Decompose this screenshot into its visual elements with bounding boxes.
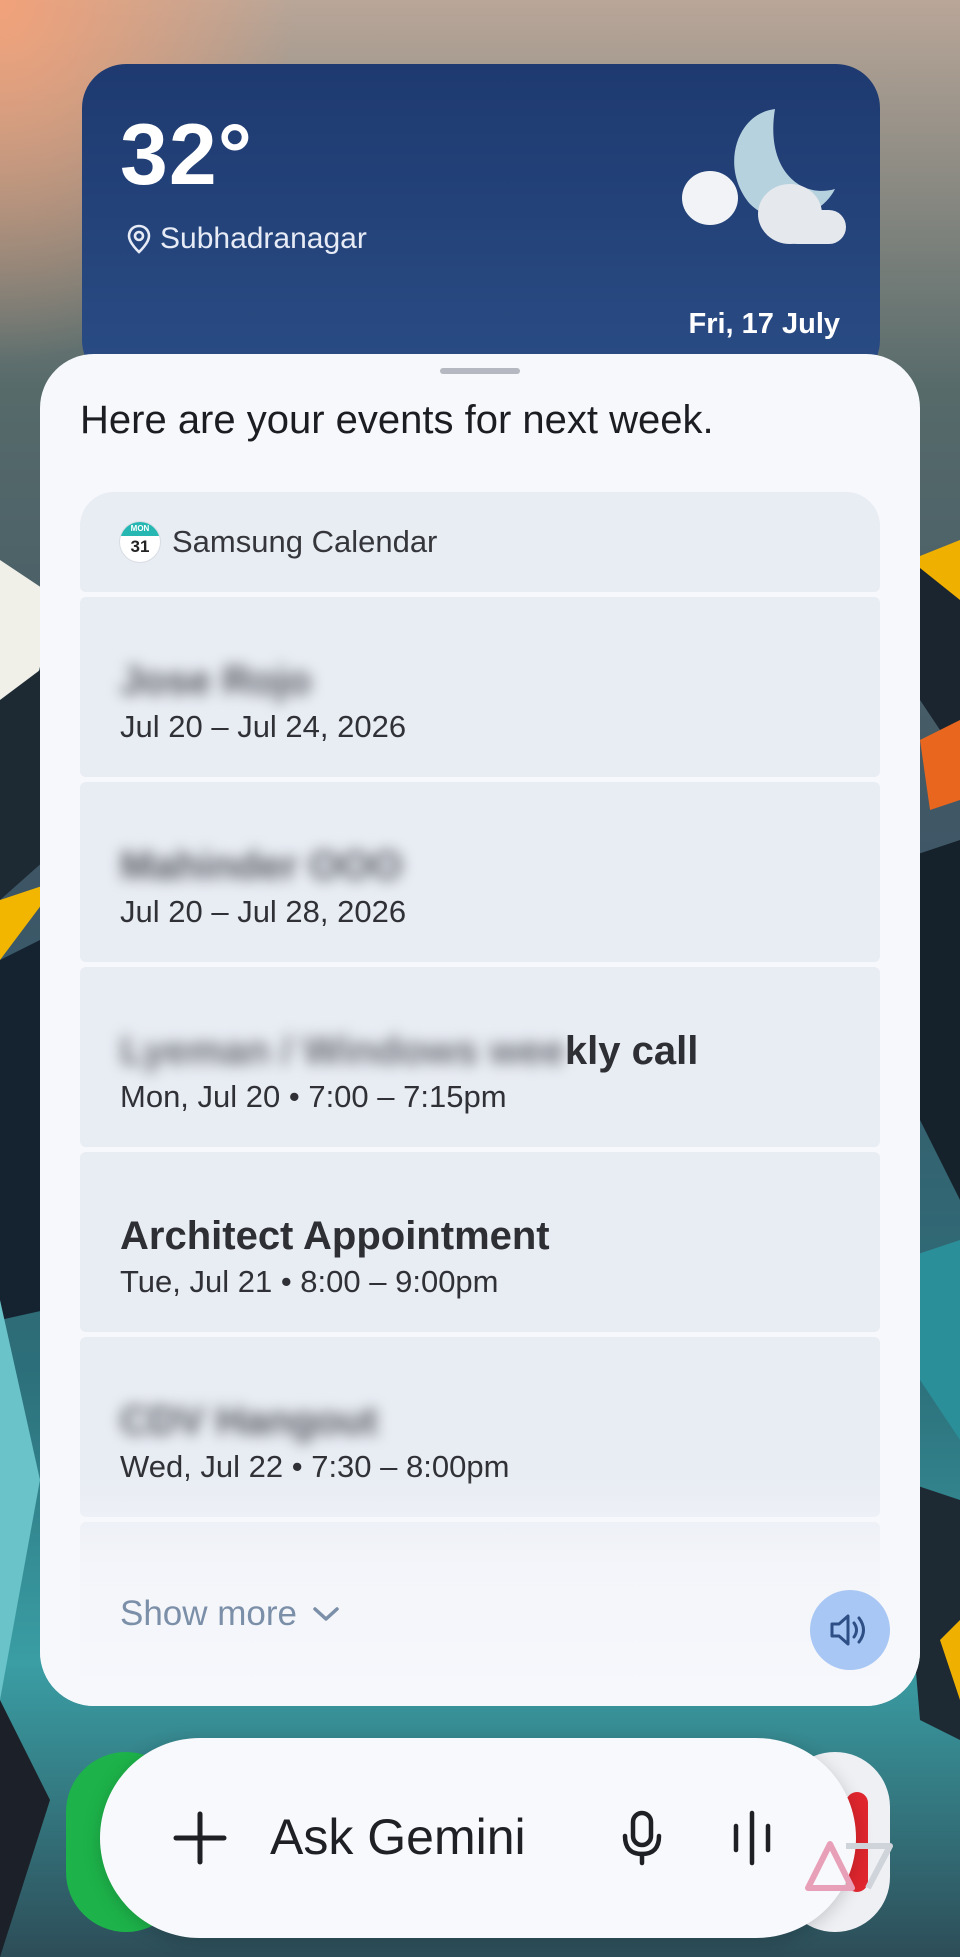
event-time: Jul 20 – Jul 28, 2026 — [120, 894, 407, 929]
event-title: Jose Rojo — [120, 659, 312, 703]
calendar-app-header[interactable]: MON 31 Samsung Calendar — [80, 492, 880, 592]
event-title-visible: kly call — [564, 1029, 699, 1073]
event-title: Lyeman / Windows weekly call — [120, 1029, 698, 1074]
weather-date: Fri, 17 July — [688, 308, 840, 340]
samsung-calendar-icon: MON 31 — [120, 522, 160, 562]
microphone-icon[interactable] — [620, 1810, 664, 1866]
event-title-hidden: Lyeman / Windows wee — [120, 1029, 565, 1073]
event-title: Mahinder OOO — [120, 844, 403, 888]
waveform-icon[interactable] — [730, 1810, 774, 1866]
location-name: Subhadranagar — [160, 222, 367, 255]
event-time: Jul 20 – Jul 24, 2026 — [120, 709, 407, 744]
ask-gemini-bar[interactable]: Ask Gemini — [100, 1738, 856, 1938]
calendar-icon-day: MON — [120, 522, 160, 536]
event-title: Architect Appointment — [120, 1214, 550, 1258]
event-time: Mon, Jul 20 • 7:00 – 7:15pm — [120, 1079, 507, 1114]
event-item[interactable]: Mahinder OOO Jul 20 – Jul 28, 2026 — [80, 782, 880, 962]
weather-widget[interactable]: 32° Subhadranagar Fri, 17 July — [82, 64, 880, 384]
event-time: Tue, Jul 21 • 8:00 – 9:00pm — [120, 1264, 499, 1299]
moon-cloud-icon — [680, 94, 850, 259]
plus-icon[interactable] — [170, 1808, 230, 1868]
event-title: CDV Hangout — [120, 1399, 378, 1443]
watermark-logo-icon — [805, 1841, 893, 1891]
chevron-down-icon — [313, 1607, 339, 1621]
response-message: Here are your events for next week. — [80, 398, 714, 442]
temperature: 32° — [120, 107, 254, 203]
event-item[interactable]: Jose Rojo Jul 20 – Jul 24, 2026 — [80, 597, 880, 777]
location-pin-icon — [127, 224, 151, 254]
event-item[interactable]: Lyeman / Windows weekly call Mon, Jul 20… — [80, 967, 880, 1147]
read-aloud-button[interactable] — [810, 1590, 890, 1670]
calendar-app-name: Samsung Calendar — [172, 524, 438, 559]
drag-handle[interactable] — [440, 368, 520, 374]
calendar-icon-date: 31 — [130, 537, 150, 556]
list-fade-overlay — [40, 1474, 920, 1706]
show-more-button[interactable]: Show more — [120, 1594, 341, 1634]
gemini-response-sheet: Here are your events for next week. MON … — [40, 354, 920, 1706]
ask-gemini-input[interactable]: Ask Gemini — [270, 1808, 526, 1866]
speaker-icon — [830, 1614, 865, 1646]
event-item[interactable]: Architect Appointment Tue, Jul 21 • 8:00… — [80, 1152, 880, 1332]
location: Subhadranagar — [126, 222, 367, 256]
show-more-label: Show more — [120, 1594, 298, 1633]
